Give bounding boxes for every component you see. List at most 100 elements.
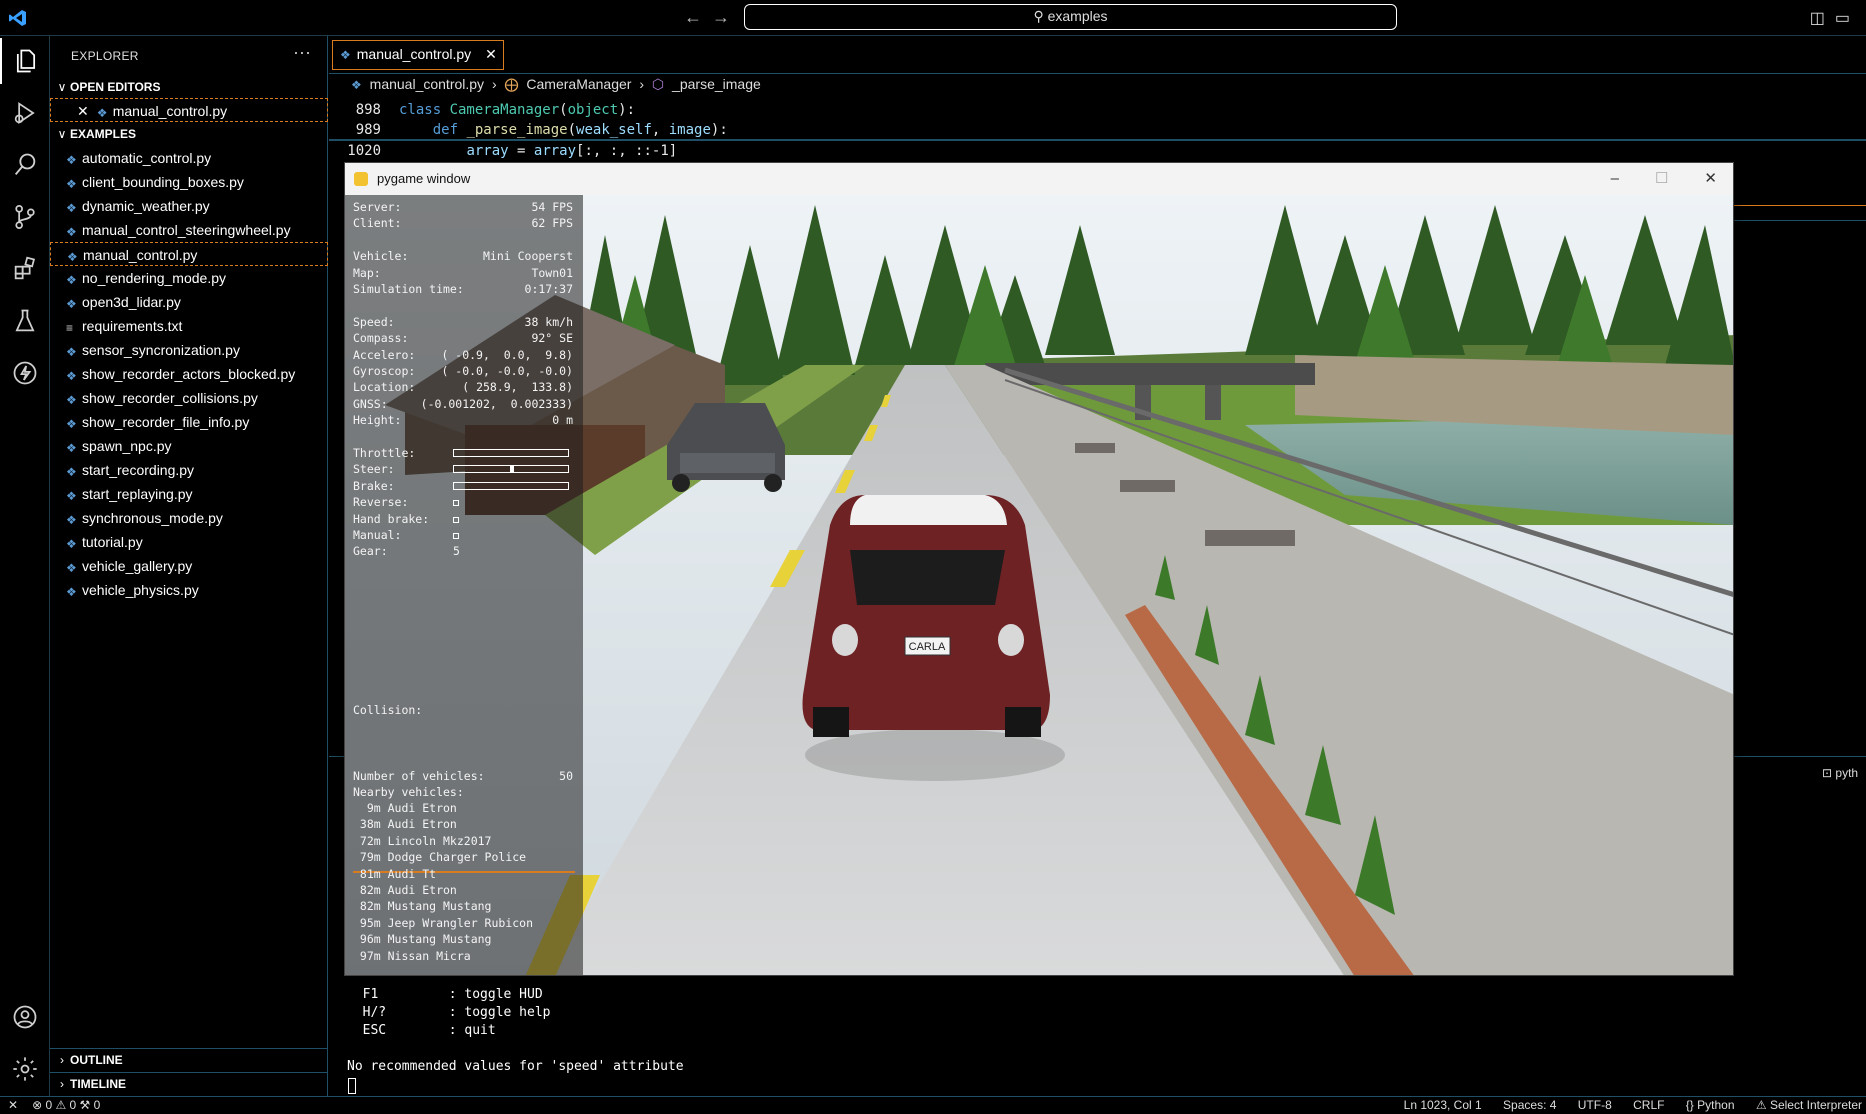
python-file-icon: ❖: [340, 48, 351, 62]
tab-manual-control[interactable]: ❖ manual_control.py ✕: [332, 40, 504, 70]
python-file-icon: ❖: [66, 585, 77, 599]
code-token: (: [559, 102, 568, 118]
hud-value: 62 FPS: [531, 216, 573, 231]
pygame-window[interactable]: pygame window –☐✕ CARLA Collision: Numbe…: [344, 162, 1734, 976]
python-file-icon: ❖: [67, 250, 78, 264]
window-controls[interactable]: –☐✕: [1611, 163, 1717, 195]
file-item[interactable]: ❖ no_rendering_mode.py: [50, 266, 328, 290]
breadcrumb-file[interactable]: manual_control.py: [370, 76, 484, 92]
file-item[interactable]: ❖ client_bounding_boxes.py: [50, 170, 328, 194]
toggle-panel-icon[interactable]: ▭: [1835, 10, 1860, 27]
command-center-search[interactable]: ⚲ examples: [744, 4, 1397, 30]
source-control-icon[interactable]: [0, 194, 50, 240]
examples-section[interactable]: ∨ EXAMPLES: [50, 124, 328, 144]
file-item[interactable]: ≡ requirements.txt: [50, 314, 328, 338]
hud-checkbox: [453, 500, 459, 507]
file-label: spawn_npc.py: [82, 438, 172, 454]
status-interpreter[interactable]: ⚠ Select Interpreter: [1756, 1098, 1862, 1112]
file-item[interactable]: ❖ dynamic_weather.py: [50, 194, 328, 218]
lightning-extension-icon[interactable]: [0, 350, 50, 396]
status-encoding[interactable]: UTF-8: [1578, 1098, 1612, 1112]
file-item[interactable]: ❖ show_recorder_file_info.py: [50, 410, 328, 434]
text-file-icon: ≡: [66, 321, 74, 335]
file-item[interactable]: ❖ open3d_lidar.py: [50, 290, 328, 314]
pygame-title-bar[interactable]: pygame window –☐✕: [345, 163, 1733, 195]
editor-divider: [1733, 220, 1866, 221]
account-icon[interactable]: [0, 994, 50, 1040]
line-number: 989: [355, 122, 381, 138]
code-token: class: [399, 102, 450, 118]
hud-label: Speed:: [353, 314, 395, 329]
carla-hud: Collision: Number of vehicles: 50 Nearby…: [345, 195, 583, 975]
hud-label: Simulation time:: [353, 282, 464, 296]
python-file-icon: ❖: [66, 369, 77, 383]
file-item[interactable]: ❖ start_recording.py: [50, 458, 328, 482]
status-indentation[interactable]: Spaces: 4: [1503, 1098, 1556, 1112]
file-item[interactable]: ❖ vehicle_physics.py: [50, 578, 328, 602]
search-icon[interactable]: [0, 142, 50, 188]
layout-controls[interactable]: ◫▭: [1810, 8, 1860, 28]
breadcrumb-method[interactable]: _parse_image: [672, 76, 761, 92]
close-icon[interactable]: ✕: [1704, 170, 1717, 187]
file-label: show_recorder_collisions.py: [82, 390, 258, 406]
hud-nearby-vehicle: 96m Mustang Mustang: [353, 932, 492, 947]
file-item[interactable]: ❖ vehicle_gallery.py: [50, 554, 328, 578]
hud-label: Accelero:: [353, 347, 416, 362]
file-label: client_bounding_boxes.py: [82, 174, 244, 190]
forward-arrow-icon[interactable]: →: [712, 7, 730, 28]
file-item[interactable]: ❖ synchronous_mode.py: [50, 506, 328, 530]
sticky-code-line[interactable]: 989 def _parse_image(weak_self, image):: [329, 120, 728, 140]
file-item[interactable]: ❖ tutorial.py: [50, 530, 328, 554]
file-item[interactable]: ❖ show_recorder_collisions.py: [50, 386, 328, 410]
file-item[interactable]: ❖ automatic_control.py: [50, 146, 328, 170]
file-item[interactable]: ❖ start_replaying.py: [50, 482, 328, 506]
file-item[interactable]: ❖ manual_control.py: [50, 242, 328, 266]
sticky-code-line[interactable]: 1020 array = array[:, :, ::-1]: [329, 141, 677, 161]
open-editors-section[interactable]: ∨ OPEN EDITORS: [50, 77, 328, 97]
maximize-icon[interactable]: ☐: [1655, 170, 1704, 187]
file-item[interactable]: ❖ spawn_npc.py: [50, 434, 328, 458]
sticky-code-line[interactable]: 898 class CameraManager(object):: [329, 100, 635, 120]
run-debug-icon[interactable]: [0, 90, 50, 136]
chevron-down-icon: ∨: [57, 80, 67, 94]
terminal-tab-python[interactable]: ⊡ pyth: [1822, 766, 1858, 780]
pygame-title: pygame window: [377, 171, 471, 186]
explorer-icon[interactable]: [0, 38, 50, 84]
extensions-icon[interactable]: [0, 246, 50, 292]
python-file-icon: ❖: [66, 513, 77, 527]
code-token: array: [466, 143, 509, 159]
status-problems[interactable]: ✕ ⊗ 0 ⚠ 0 ⚒ 0: [8, 1097, 100, 1114]
toggle-sidebar-icon[interactable]: ◫: [1810, 10, 1835, 27]
settings-gear-icon[interactable]: [0, 1046, 50, 1092]
timeline-section[interactable]: › TIMELINE: [50, 1074, 328, 1094]
sidebar-divider: [50, 1072, 328, 1073]
chevron-right-icon: ›: [60, 1053, 64, 1067]
hud-control-value: 5: [453, 544, 460, 559]
file-item[interactable]: ❖ manual_control_steeringwheel.py: [50, 218, 328, 242]
close-tab-icon[interactable]: ✕: [485, 46, 497, 62]
outline-section[interactable]: › OUTLINE: [50, 1050, 328, 1070]
back-arrow-icon[interactable]: ←: [684, 7, 702, 28]
remote-icon[interactable]: ✕: [8, 1098, 18, 1112]
hud-label: Gyroscop:: [353, 364, 416, 378]
hud-value: 0 m: [552, 413, 573, 428]
python-file-icon: ❖: [66, 225, 77, 239]
code-token: _parse_image: [466, 122, 568, 138]
hud-nearby-vehicle: 81m Audi Tt: [353, 866, 437, 881]
hud-collision-label: Collision:: [353, 703, 423, 717]
file-item[interactable]: ❖ sensor_syncronization.py: [50, 338, 328, 362]
file-item[interactable]: ❖ show_recorder_actors_blocked.py: [50, 362, 328, 386]
close-icon[interactable]: ✕: [77, 103, 89, 119]
status-cursor-position[interactable]: Ln 1023, Col 1: [1404, 1098, 1482, 1112]
hud-checkbox: [453, 516, 459, 523]
minimize-icon[interactable]: –: [1611, 170, 1655, 187]
status-language[interactable]: {} Python: [1686, 1098, 1735, 1112]
more-actions-icon[interactable]: ···: [293, 42, 311, 63]
breadcrumb-class[interactable]: CameraManager: [526, 76, 631, 92]
status-bar: ✕ ⊗ 0 ⚠ 0 ⚒ 0 Ln 1023, Col 1 Spaces: 4 UT…: [0, 1096, 1866, 1114]
status-eol[interactable]: CRLF: [1633, 1098, 1664, 1112]
file-label: automatic_control.py: [82, 150, 212, 166]
open-editor-item[interactable]: ✕ ❖ manual_control.py: [50, 98, 328, 122]
python-file-icon: ❖: [66, 345, 77, 359]
testing-flask-icon[interactable]: [0, 298, 50, 344]
